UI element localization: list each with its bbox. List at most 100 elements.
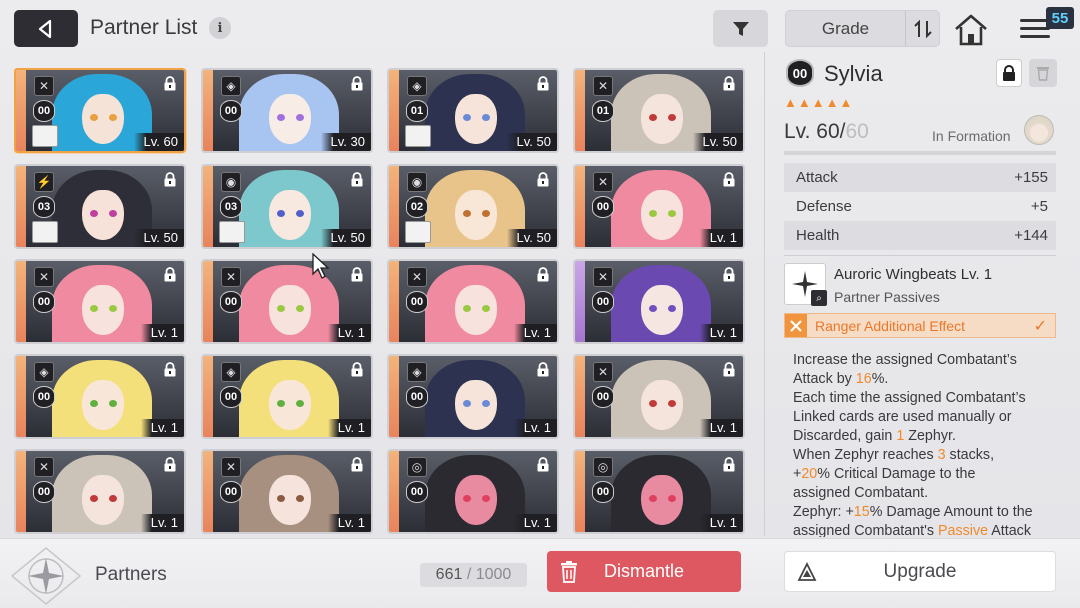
partner-card[interactable]: ✕ 01 Lv. 50 — [573, 68, 745, 153]
partner-card[interactable]: ✕ 00 Lv. 1 — [573, 164, 745, 249]
partner-card[interactable]: ◎ 00 Lv. 1 — [387, 449, 559, 534]
home-button[interactable] — [952, 12, 990, 48]
lock-icon[interactable] — [348, 360, 365, 378]
lock-icon[interactable] — [161, 265, 178, 283]
skill-icon[interactable]: ⌕ — [784, 263, 827, 306]
info-icon[interactable]: i — [209, 17, 231, 39]
rank-badge: 00 — [406, 291, 428, 313]
lock-icon[interactable] — [348, 170, 365, 188]
character-face — [82, 285, 124, 335]
character-eye — [463, 495, 471, 502]
character-eye — [296, 114, 304, 121]
mouse-cursor-icon — [312, 253, 330, 279]
role-icon: ◉ — [221, 172, 241, 192]
partner-card[interactable]: ✕ 00 Lv. 1 — [201, 259, 373, 344]
lock-icon[interactable] — [161, 455, 178, 473]
lock-icon[interactable] — [720, 455, 737, 473]
lock-icon[interactable] — [720, 360, 737, 378]
partner-card[interactable]: ◈ 01 Lv. 50 — [387, 68, 559, 153]
partner-card[interactable]: ✕ 00 Lv. 1 — [14, 259, 186, 344]
lock-icon[interactable] — [534, 360, 551, 378]
lock-button[interactable] — [996, 59, 1022, 87]
character-face — [82, 475, 124, 525]
stat-label: Attack — [796, 169, 838, 186]
zoom-icon: ⌕ — [811, 290, 827, 306]
partner-card[interactable]: ✕ 00 Lv. 1 — [201, 449, 373, 534]
character-face — [455, 190, 497, 240]
lock-icon[interactable] — [161, 360, 178, 378]
partner-card[interactable]: ◉ 03 Lv. 50 — [201, 164, 373, 249]
lock-icon[interactable] — [348, 265, 365, 283]
formation-avatar[interactable] — [1024, 115, 1054, 145]
partner-card[interactable]: ◈ 00 Lv. 1 — [201, 354, 373, 439]
rarity-strip — [16, 451, 26, 532]
equipped-combatant-avatar — [32, 221, 58, 243]
rank-badge: 00 — [33, 386, 55, 408]
panel-divider — [764, 52, 765, 536]
lock-icon[interactable] — [720, 265, 737, 283]
skill-name: Auroric Wingbeats Lv. 1 — [834, 266, 993, 283]
character-eye — [277, 305, 285, 312]
rarity-strip — [575, 451, 585, 532]
character-face — [641, 285, 683, 335]
lock-icon[interactable] — [534, 455, 551, 473]
character-eye — [277, 400, 285, 407]
partner-card[interactable]: ✕ 00 Lv. 60 — [14, 68, 186, 153]
rarity-strip — [16, 70, 26, 151]
character-face — [269, 285, 311, 335]
partner-card[interactable]: ✕ 00 Lv. 1 — [387, 259, 559, 344]
partner-card[interactable]: ◉ 02 Lv. 50 — [387, 164, 559, 249]
partner-card[interactable]: ◈ 00 Lv. 1 — [14, 354, 186, 439]
role-icon: ◈ — [407, 362, 427, 382]
rank-badge: 00 — [592, 481, 614, 503]
lock-icon[interactable] — [534, 170, 551, 188]
sort-dropdown[interactable]: Grade — [785, 10, 940, 47]
partner-card[interactable]: ✕ 00 Lv. 1 — [573, 259, 745, 344]
sort-order-icon[interactable] — [905, 11, 939, 46]
partner-card[interactable]: ✕ 00 Lv. 1 — [573, 354, 745, 439]
lock-icon[interactable] — [161, 170, 178, 188]
card-level: Lv. 1 — [140, 419, 184, 437]
filter-button[interactable] — [713, 10, 768, 47]
partner-card[interactable]: ◈ 00 Lv. 1 — [387, 354, 559, 439]
character-eye — [90, 305, 98, 312]
partner-card[interactable]: ◎ 00 Lv. 1 — [573, 449, 745, 534]
lock-icon[interactable] — [534, 265, 551, 283]
rank-badge: 00 — [33, 100, 55, 122]
rarity-strip — [203, 451, 213, 532]
skill-divider — [784, 255, 1056, 256]
rarity-strip — [389, 356, 399, 437]
partner-card[interactable]: ✕ 00 Lv. 1 — [14, 449, 186, 534]
stat-row: Health +144 — [784, 221, 1056, 250]
lock-icon[interactable] — [720, 170, 737, 188]
trash-icon — [1037, 67, 1049, 81]
partner-card[interactable]: ⚡ 03 Lv. 50 — [14, 164, 186, 249]
rarity-strip — [575, 261, 585, 342]
rarity-strip — [16, 261, 26, 342]
partner-grid: ✕ 00 Lv. 60 ◈ 00 Lv. 30 ◈ 01 Lv. 50 ✕ 01 Lv. 50 ⚡ 03 L… — [14, 68, 746, 538]
partner-card[interactable]: ◈ 00 Lv. 30 — [201, 68, 373, 153]
role-icon: ✕ — [593, 267, 613, 287]
character-eye — [109, 114, 117, 121]
rank-badge: 00 — [406, 386, 428, 408]
lock-icon[interactable] — [348, 455, 365, 473]
partner-count: 661 / 1000 — [420, 563, 527, 587]
character-eye — [109, 400, 117, 407]
partner-rank-badge: 00 — [786, 59, 814, 87]
ranger-effect-bar[interactable]: Ranger Additional Effect ✓ — [784, 313, 1056, 338]
lock-icon[interactable] — [534, 74, 551, 92]
character-eye — [649, 114, 657, 121]
character-eye — [277, 114, 285, 121]
rank-badge: 02 — [406, 196, 428, 218]
skill-type: Partner Passives — [834, 289, 940, 305]
lock-icon[interactable] — [720, 74, 737, 92]
count-max: / 1000 — [462, 566, 512, 583]
back-button[interactable] — [14, 10, 78, 47]
card-level: Lv. 30 — [320, 133, 371, 151]
lock-icon[interactable] — [161, 74, 178, 92]
lock-icon[interactable] — [348, 74, 365, 92]
rank-badge: 00 — [33, 291, 55, 313]
dismantle-button[interactable]: Dismantle — [547, 551, 741, 592]
upgrade-button[interactable]: Upgrade — [784, 551, 1056, 592]
trash-button[interactable] — [1029, 59, 1057, 87]
